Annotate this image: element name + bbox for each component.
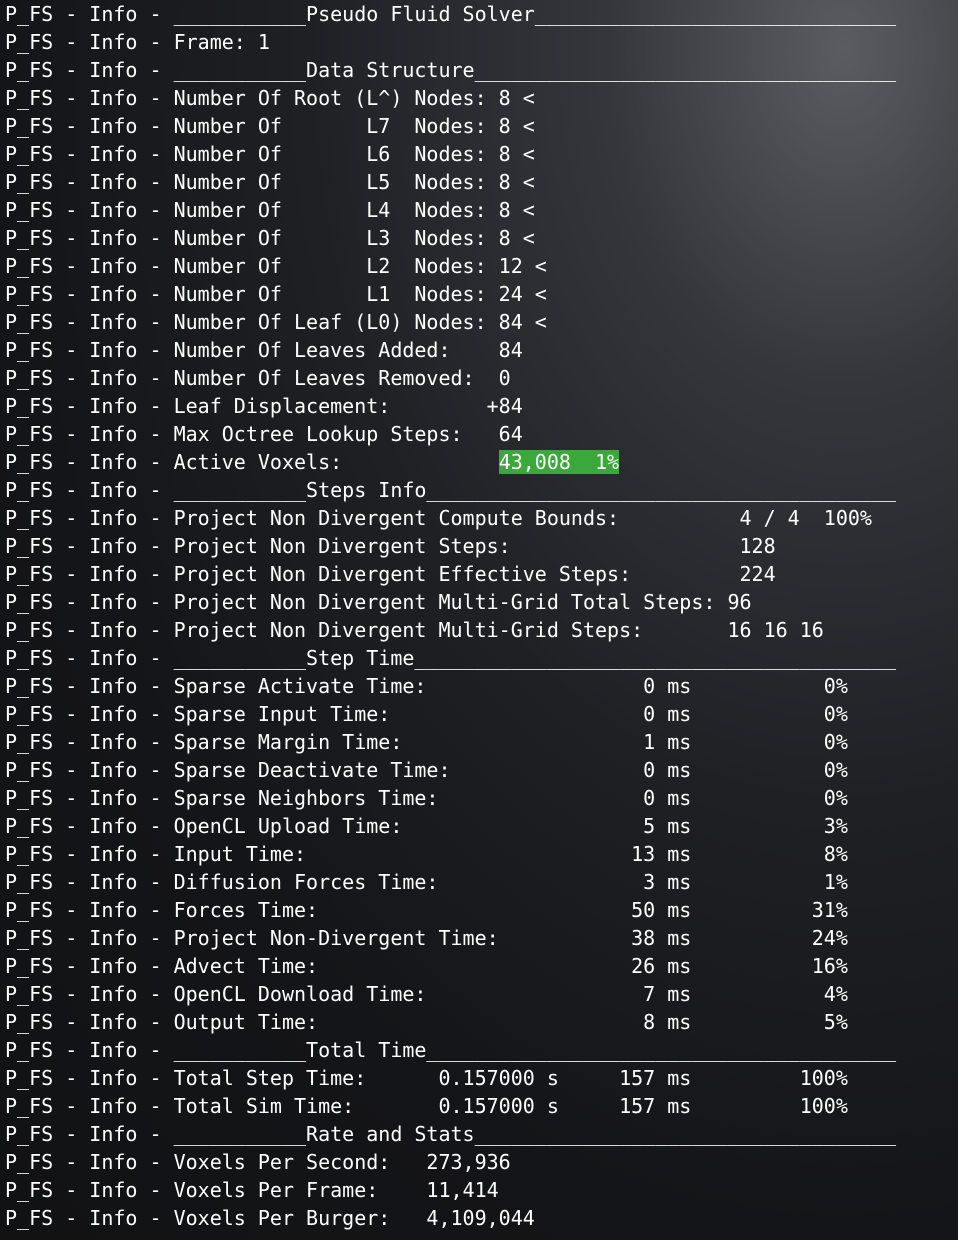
log-line: P_FS - Info - Voxels Per Frame: 11,414 [5,1176,499,1204]
log-text: P_FS - Info - ___________Pseudo Fluid So… [5,2,897,26]
log-line: P_FS - Info - Number Of Root (L^) Nodes:… [5,84,535,112]
log-text: P_FS - Info - Number Of L2 Nodes: 12 < [5,254,547,278]
log-line: P_FS - Info - Output Time: 8 ms 5% [5,1008,848,1036]
log-text: P_FS - Info - ___________Total Time_____… [5,1038,897,1062]
log-text: P_FS - Info - Number Of L7 Nodes: 8 < [5,114,535,138]
log-line-section-header: P_FS - Info - ___________Data Structure_… [5,56,896,84]
log-text: P_FS - Info - Sparse Margin Time: 1 ms 0… [5,730,848,754]
log-line: P_FS - Info - Sparse Deactivate Time: 0 … [5,756,848,784]
log-line: P_FS - Info - Input Time: 13 ms 8% [5,840,848,868]
log-line: P_FS - Info - Number Of Leaves Removed: … [5,364,511,392]
log-text: P_FS - Info - Sparse Input Time: 0 ms 0% [5,702,848,726]
log-line: P_FS - Info - OpenCL Download Time: 7 ms… [5,980,848,1008]
log-line: P_FS - Info - Project Non Divergent Mult… [5,616,824,644]
log-text: P_FS - Info - Output Time: 8 ms 5% [5,1010,848,1034]
log-text: P_FS - Info - Sparse Neighbors Time: 0 m… [5,786,848,810]
log-line: P_FS - Info - Number Of Leaves Added: 84 [5,336,523,364]
log-line: P_FS - Info - Total Step Time: 0.157000 … [5,1064,848,1092]
terminal-output: P_FS - Info - ___________Pseudo Fluid So… [5,0,955,1240]
log-text: P_FS - Info - Leaf Displacement: +84 [5,394,523,418]
log-line-section-header: P_FS - Info - ___________Pseudo Fluid So… [5,0,896,28]
log-text: P_FS - Info - Max Octree Lookup Steps: 6… [5,422,523,446]
log-text: P_FS - Info - Voxels Per Burger: 4,109,0… [5,1206,535,1230]
active-voxels-highlight: 43,008 1% [498,450,620,474]
log-line: P_FS - Info - Forces Time: 50 ms 31% [5,896,848,924]
log-line: P_FS - Info - Sparse Neighbors Time: 0 m… [5,784,848,812]
log-text: P_FS - Info - Total Sim Time: 0.157000 s… [5,1094,848,1118]
log-text: P_FS - Info - Diffusion Forces Time: 3 m… [5,870,848,894]
log-text: P_FS - Info - Input Time: 13 ms 8% [5,842,848,866]
log-line: P_FS - Info - Total Sim Time: 0.157000 s… [5,1092,848,1120]
log-text: P_FS - Info - ___________Data Structure_… [5,58,897,82]
log-text: P_FS - Info - OpenCL Download Time: 7 ms… [5,982,848,1006]
log-text: P_FS - Info - ___________Steps Info_____… [5,478,897,502]
log-text: P_FS - Info - Project Non Divergent Comp… [5,506,872,530]
log-line: P_FS - Info - Diffusion Forces Time: 3 m… [5,868,848,896]
log-line: P_FS - Info - Number Of L3 Nodes: 8 < [5,224,535,252]
log-text: P_FS - Info - Project Non Divergent Effe… [5,562,776,586]
log-text: P_FS - Info - Number Of Leaves Added: 84 [5,338,523,362]
log-line: P_FS - Info - Number Of L1 Nodes: 24 < [5,280,547,308]
log-line: P_FS - Info - Number Of Leaf (L0) Nodes:… [5,308,547,336]
log-line-frame: P_FS - Info - Frame: 1 [5,28,270,56]
log-text: P_FS - Info - Project Non Divergent Mult… [5,590,752,614]
log-text: P_FS - Info - ___________Rate and Stats_… [5,1122,897,1146]
log-line: P_FS - Info - Number Of L6 Nodes: 8 < [5,140,535,168]
log-line: P_FS - Info - Project Non Divergent Step… [5,532,776,560]
log-line: P_FS - Info - Sparse Margin Time: 1 ms 0… [5,728,848,756]
log-text: P_FS - Info - Advect Time: 26 ms 16% [5,954,848,978]
log-line: P_FS - Info - Project Non-Divergent Time… [5,924,848,952]
log-line: P_FS - Info - Voxels Per Burger: 4,109,0… [5,1204,535,1232]
log-line: P_FS - Info - OpenCL Upload Time: 5 ms 3… [5,812,848,840]
log-line-section-header: P_FS - Info - ___________Step Time______… [5,644,896,672]
log-line: P_FS - Info - Number Of L5 Nodes: 8 < [5,168,535,196]
log-line: P_FS - Info - Number Of L4 Nodes: 8 < [5,196,535,224]
log-text: P_FS - Info - Number Of Leaf (L0) Nodes:… [5,310,547,334]
log-line: P_FS - Info - Project Non Divergent Comp… [5,504,872,532]
log-line-section-header: P_FS - Info - ___________Total Time_____… [5,1036,896,1064]
log-text: P_FS - Info - Project Non Divergent Mult… [5,618,824,642]
log-text: P_FS - Info - Number Of Leaves Removed: … [5,366,511,390]
log-line: P_FS - Info - Voxels Per Second: 273,936 [5,1148,511,1176]
log-text: P_FS - Info - Number Of L1 Nodes: 24 < [5,282,547,306]
log-text: P_FS - Info - ___________Step Time______… [5,646,897,670]
log-text: P_FS - Info - OpenCL Upload Time: 5 ms 3… [5,814,848,838]
log-text: P_FS - Info - Sparse Deactivate Time: 0 … [5,758,848,782]
log-line-section-header: P_FS - Info - ___________Rate and Stats_… [5,1120,896,1148]
log-line: P_FS - Info - Advect Time: 26 ms 16% [5,952,848,980]
log-text: P_FS - Info - Total Step Time: 0.157000 … [5,1066,848,1090]
log-text: P_FS - Info - Project Non-Divergent Time… [5,926,848,950]
log-text: P_FS - Info - Sparse Activate Time: 0 ms… [5,674,848,698]
log-text: P_FS - Info - Number Of L4 Nodes: 8 < [5,198,535,222]
log-text: P_FS - Info - Number Of L5 Nodes: 8 < [5,170,535,194]
log-line: P_FS - Info - Project Non Divergent Mult… [5,588,752,616]
log-text: P_FS - Info - Number Of L3 Nodes: 8 < [5,226,535,250]
log-line: P_FS - Info - Sparse Input Time: 0 ms 0% [5,700,848,728]
log-line: P_FS - Info - Leaf Displacement: +84 [5,392,523,420]
log-text: P_FS - Info - Voxels Per Second: 273,936 [5,1150,511,1174]
log-line: P_FS - Info - Number Of L2 Nodes: 12 < [5,252,547,280]
log-text: P_FS - Info - Project Non Divergent Step… [5,534,776,558]
log-text: P_FS - Info - Number Of L6 Nodes: 8 < [5,142,535,166]
log-text: P_FS - Info - Forces Time: 50 ms 31% [5,898,848,922]
log-line: P_FS - Info - Max Octree Lookup Steps: 6… [5,420,523,448]
log-line-section-header: P_FS - Info - ___________Steps Info_____… [5,476,896,504]
log-line: P_FS - Info - Number Of L7 Nodes: 8 < [5,112,535,140]
log-text: P_FS - Info - Voxels Per Frame: 11,414 [5,1178,499,1202]
log-line-active-voxels: P_FS - Info - Active Voxels: 43,008 1% [5,448,620,476]
log-line: P_FS - Info - Project Non Divergent Effe… [5,560,776,588]
log-text: P_FS - Info - Frame: 1 [5,30,270,54]
log-text: P_FS - Info - Number Of Root (L^) Nodes:… [5,86,535,110]
log-line: P_FS - Info - Sparse Activate Time: 0 ms… [5,672,848,700]
log-text: P_FS - Info - Active Voxels: [5,450,499,474]
